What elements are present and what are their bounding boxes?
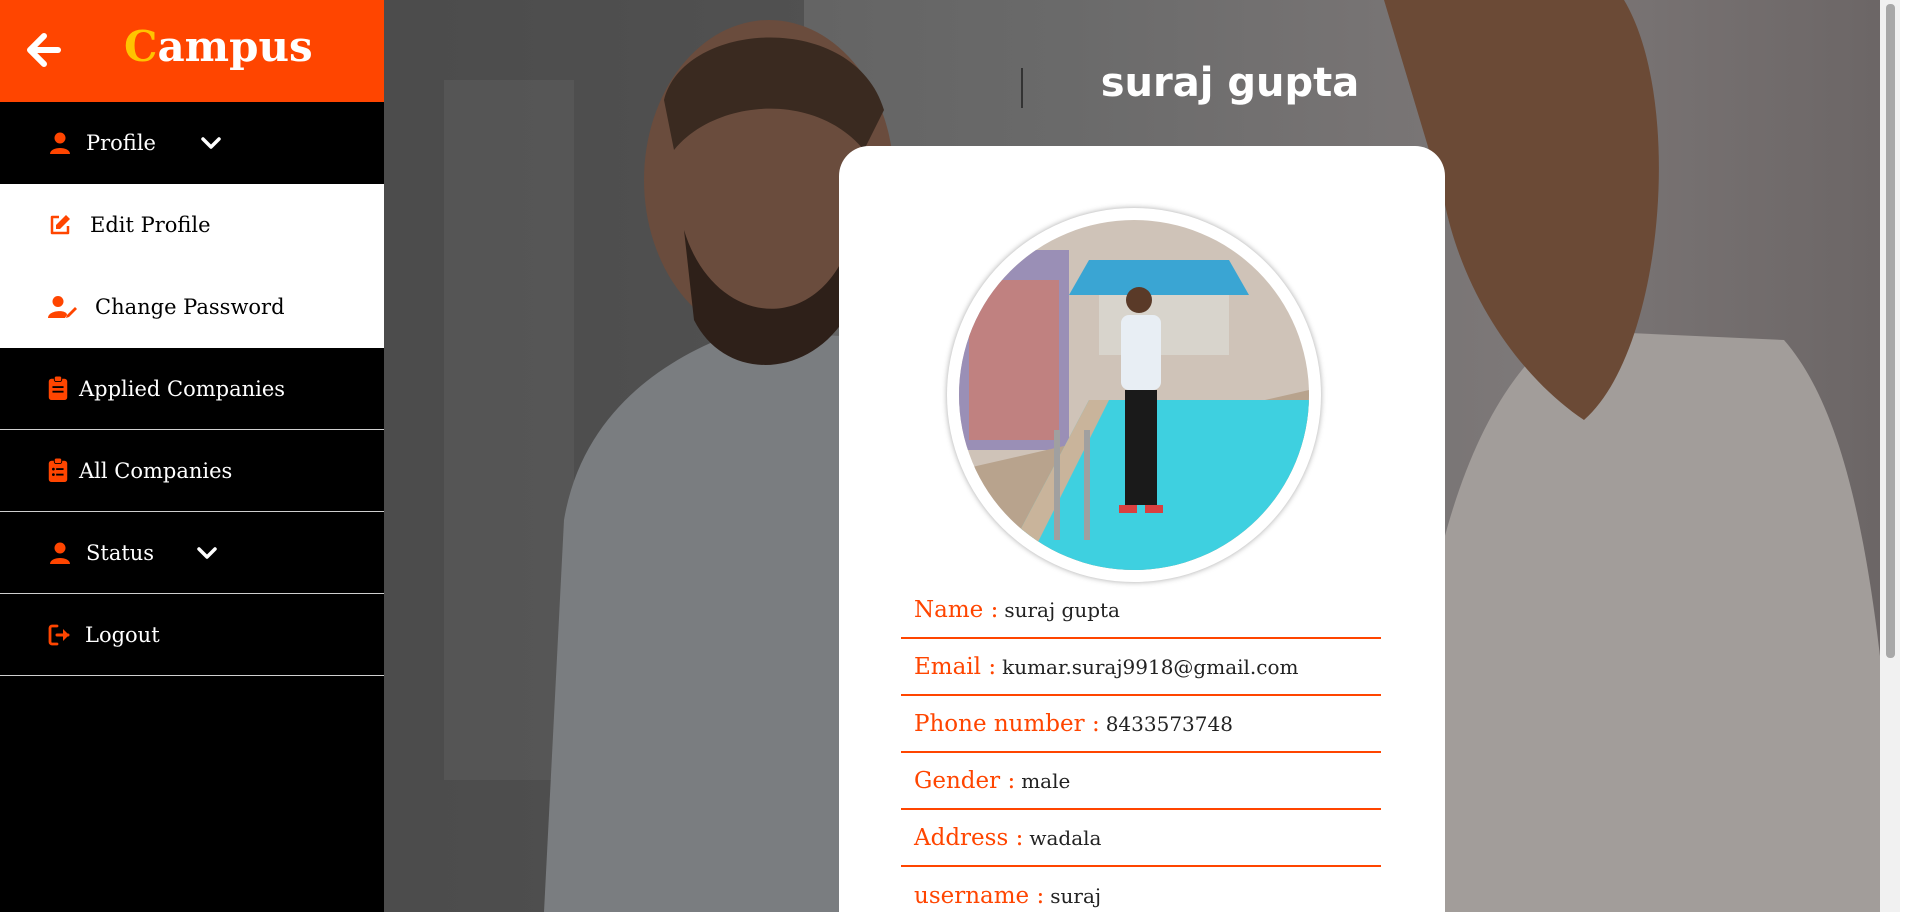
clipboard-list-icon (48, 458, 68, 482)
main-content: suraj gupta Name : suraj gupta Email: k… (384, 0, 1900, 912)
field-label: username : (914, 883, 1045, 909)
scrollbar-thumb[interactable] (1886, 4, 1895, 658)
profile-card: Name : suraj gupta Email : kumar.suraj99… (839, 146, 1445, 912)
sidebar-item-label: Change Password (95, 295, 285, 319)
sidebar-item-change-password[interactable]: Change Password (0, 266, 384, 348)
brand-header: Campus (0, 0, 384, 102)
field-value: 8433573748 (1105, 712, 1233, 736)
sidebar-item-logout[interactable]: Logout (0, 594, 384, 676)
field-label: Address : (914, 825, 1024, 851)
field-label: Gender : (914, 768, 1016, 794)
page-scrollbar[interactable] (1880, 0, 1900, 912)
sidebar-item-label: Status (86, 540, 155, 565)
profile-field-phone: Phone number : 8433573748 (901, 697, 1381, 753)
field-value: suraj (1050, 884, 1102, 908)
field-label: Email : (914, 654, 997, 680)
logout-icon (48, 624, 70, 646)
chevron-down-icon[interactable] (195, 541, 219, 565)
sidebar-item-status[interactable]: Status (0, 512, 384, 594)
page-title: suraj gupta (1100, 60, 1360, 106)
sidebar-item-profile[interactable]: Profile (0, 102, 384, 184)
clipboard-icon (48, 376, 68, 400)
field-value: wadala (1029, 826, 1102, 850)
brand-initial: C (124, 22, 158, 71)
sidebar-item-label: Logout (85, 622, 160, 647)
user-icon (50, 132, 70, 154)
edit-icon (50, 215, 70, 235)
text-cursor (1021, 68, 1023, 108)
sidebar-item-label: Edit Profile (90, 213, 211, 237)
field-label: Phone number : (914, 711, 1100, 737)
sidebar-item-edit-profile[interactable]: Edit Profile (0, 184, 384, 266)
avatar (959, 220, 1309, 570)
profile-field-address: Address : wadala (901, 811, 1381, 867)
sidebar-item-label: Profile (86, 131, 156, 155)
field-value: kumar.suraj9918@gmail.com (1002, 655, 1299, 679)
avatar-frame (947, 208, 1321, 582)
field-value: suraj gupta (1004, 598, 1120, 622)
profile-field-name: Name : suraj gupta (901, 583, 1381, 639)
profile-field-email: Email : kumar.suraj9918@gmail.com (901, 640, 1381, 696)
user-edit-icon (48, 296, 77, 318)
sidebar-item-all-companies[interactable]: All Companies (0, 430, 384, 512)
brand-logo[interactable]: Campus (124, 22, 313, 71)
user-icon (50, 542, 70, 564)
profile-field-username: username : suraj (901, 868, 1381, 912)
brand-rest: ampus (157, 22, 313, 71)
profile-submenu: Edit Profile Change Password (0, 184, 384, 348)
chevron-down-icon[interactable] (199, 131, 223, 155)
sidebar-item-label: All Companies (79, 458, 233, 483)
field-value: male (1021, 769, 1071, 793)
sidebar-item-label: Applied Companies (79, 376, 286, 401)
back-arrow-icon[interactable] (22, 30, 62, 70)
profile-field-gender: Gender : male (901, 754, 1381, 810)
sidebar-item-applied-companies[interactable]: Applied Companies (0, 348, 384, 430)
field-label: Name : (914, 597, 999, 623)
sidebar: Campus Profile Edit Profile Change Passw… (0, 0, 384, 912)
